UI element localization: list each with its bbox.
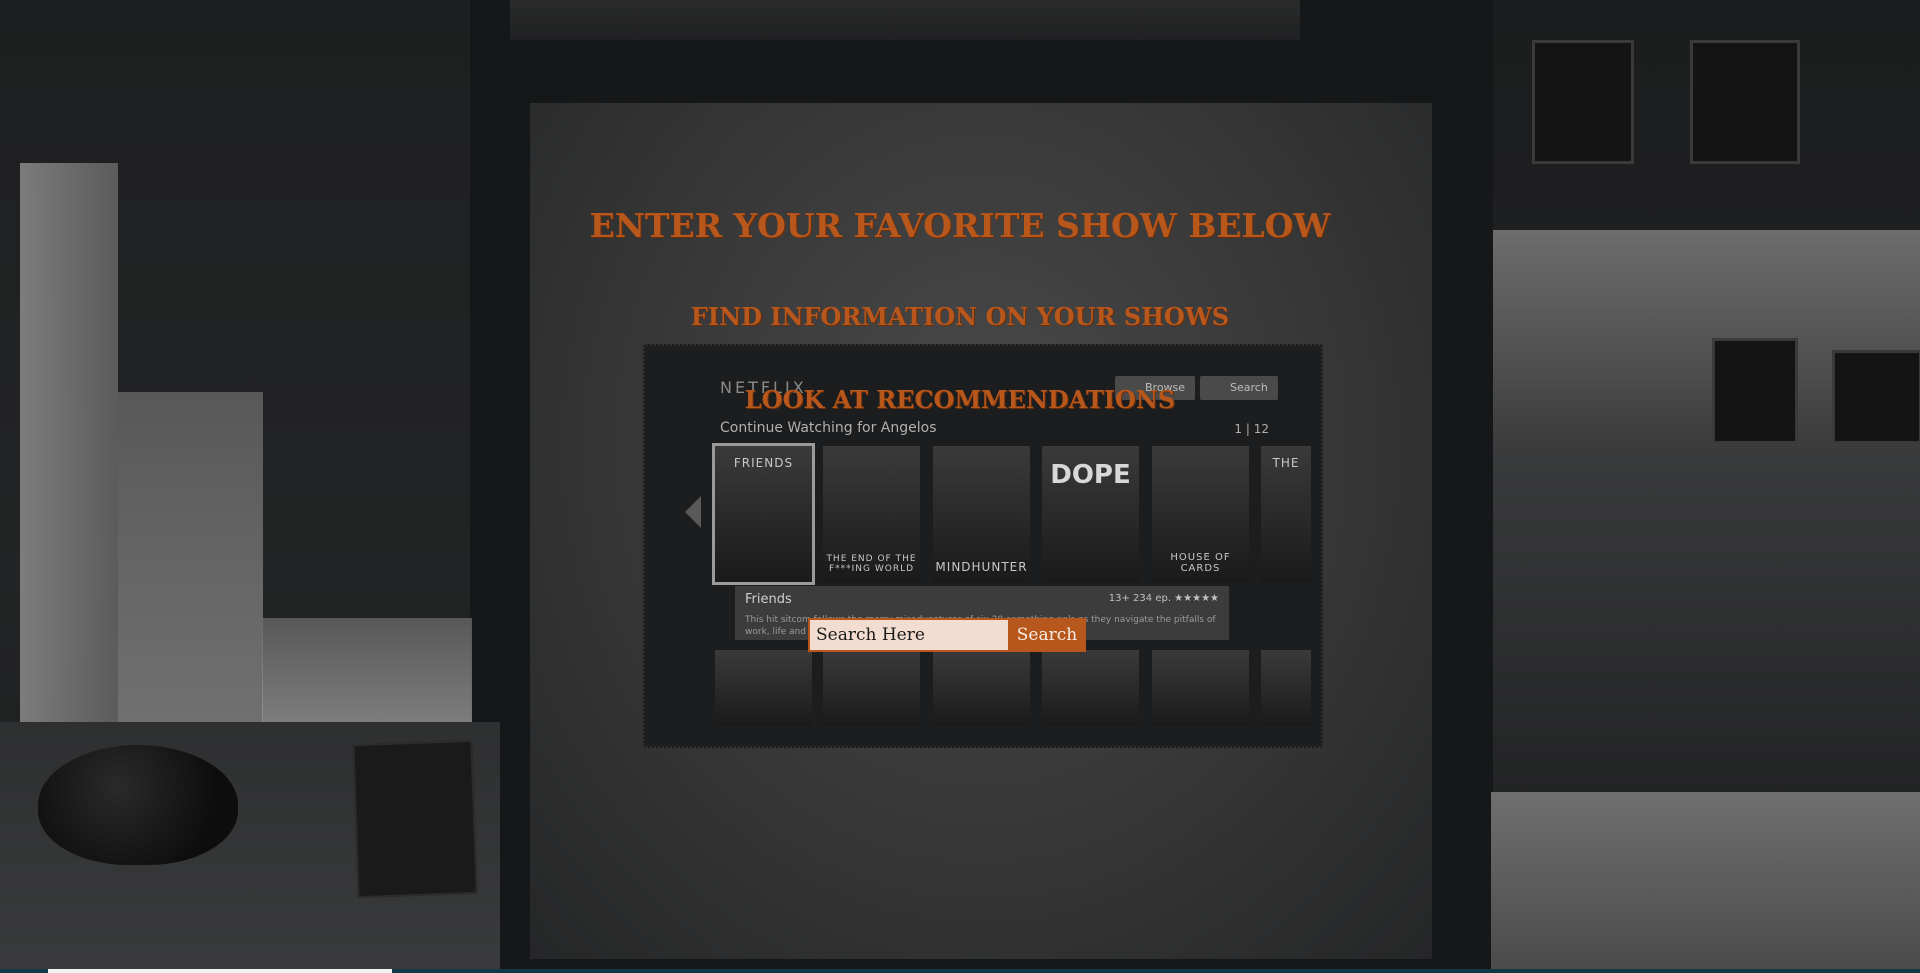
- tv-poster: [715, 650, 812, 726]
- tv-info-title: Friends: [745, 592, 792, 607]
- tv-poster-title: FRIENDS: [733, 456, 794, 470]
- tv-info-meta: 13+ 234 ep. ★★★★★: [1108, 593, 1219, 604]
- tv-poster-title: THE: [1272, 456, 1300, 470]
- tv-pager: 1 | 12: [1234, 422, 1269, 436]
- photo-frame: [1532, 40, 1634, 164]
- tv-poster: [1261, 650, 1311, 726]
- left-light-panel-mid: [118, 392, 263, 722]
- tv-poster: HOUSE OF CARDS: [1152, 446, 1249, 582]
- subheading-info: FIND INFORMATION ON YOUR SHOWS: [690, 302, 1230, 331]
- main-heading: ENTER YOUR FAVORITE SHOW BELOW: [589, 206, 1331, 245]
- tv-poster-title: THE END OF THE F***ING WORLD: [826, 554, 917, 574]
- small-photo-frame: [352, 739, 478, 899]
- tv-poster: [823, 650, 920, 726]
- tv-row-title: Continue Watching for Angelos: [720, 420, 937, 436]
- top-shelf: [510, 0, 1300, 40]
- photo-frame: [1690, 40, 1800, 164]
- tv-poster: THE END OF THE F***ING WORLD: [823, 446, 920, 582]
- search-form: Search: [808, 618, 1086, 652]
- search-input[interactable]: [808, 618, 1008, 652]
- tv-poster: [1042, 650, 1139, 726]
- tv-poster: [1152, 650, 1249, 726]
- right-lower-panel: [1491, 792, 1920, 973]
- tv-poster-title: DOPE: [1050, 460, 1131, 490]
- bottom-bar: [48, 969, 392, 973]
- background-photo: NETFLIX Browse Search Continue Watching …: [0, 0, 1920, 973]
- left-light-panel: [20, 163, 118, 723]
- tv-left-arrow-icon: [685, 496, 701, 528]
- left-light-panel-low: [262, 618, 472, 723]
- vase: [38, 745, 238, 865]
- search-button[interactable]: Search: [1008, 618, 1086, 652]
- tv-poster: MINDHUNTER: [933, 446, 1030, 582]
- tv-poster: [933, 650, 1030, 726]
- tv-poster: FRIENDS: [712, 443, 815, 585]
- tv-poster-title: MINDHUNTER: [935, 560, 1028, 574]
- tv-poster-title: HOUSE OF CARDS: [1170, 552, 1231, 574]
- tv-poster: THE: [1261, 446, 1311, 582]
- subheading-recommendations: LOOK AT RECOMMENDATIONS: [744, 385, 1176, 414]
- tv-poster: DOPE: [1042, 446, 1139, 582]
